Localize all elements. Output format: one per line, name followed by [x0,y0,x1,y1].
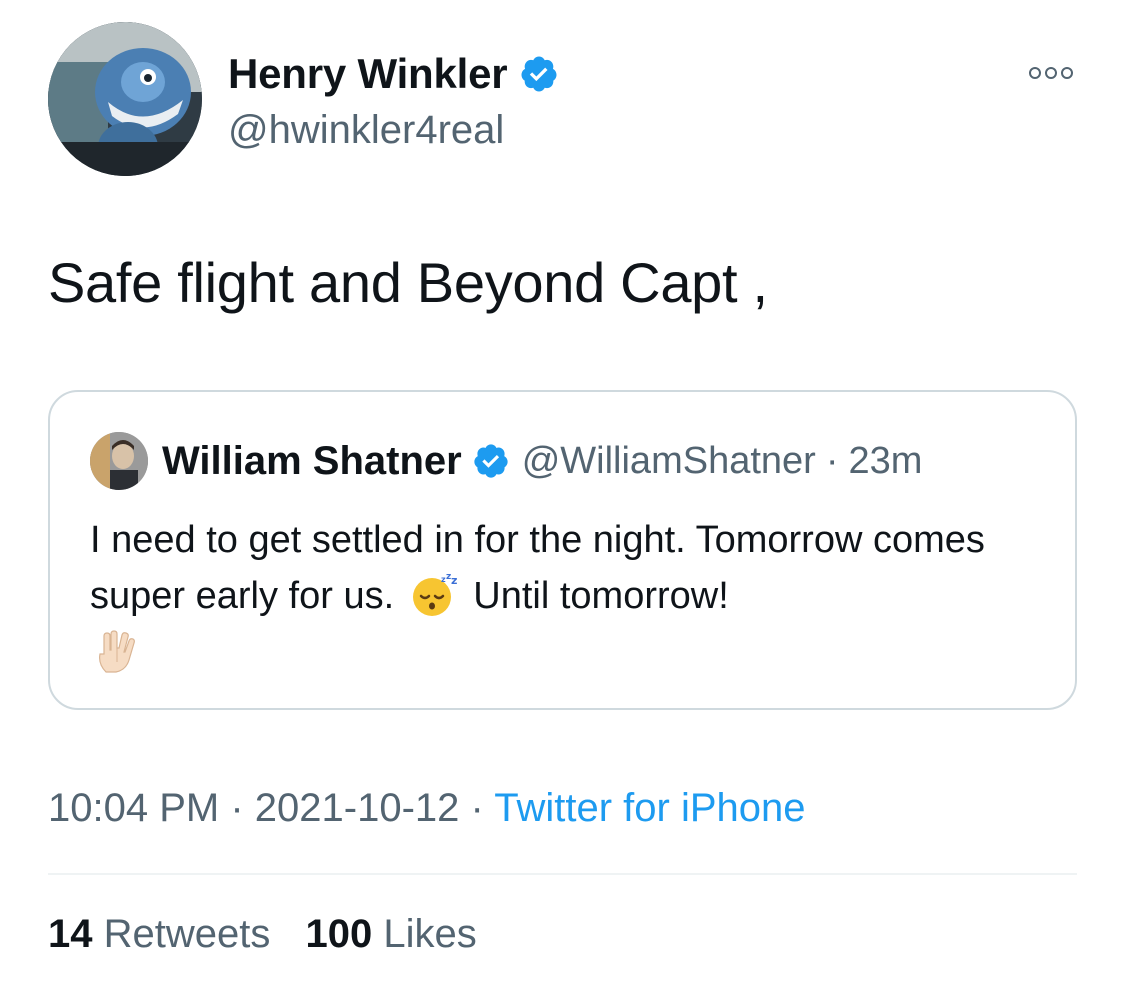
vulcan-salute-emoji-icon [92,628,138,674]
divider [48,873,1077,875]
tweet-stats: 14 Retweets 100 Likes [48,912,477,957]
tweet-source-link[interactable]: Twitter for iPhone [494,786,805,830]
quoted-avatar-image [90,432,148,490]
quoted-author-handle: @WilliamShatner [521,439,816,482]
tweet-text: Safe flight and Beyond Capt , [48,251,768,314]
likes-count: 100 [305,912,373,956]
retweets-label: Retweets [103,912,271,956]
verified-badge-icon [519,54,559,94]
retweets-count: 14 [48,912,93,956]
likes-label: Likes [383,912,477,956]
svg-text:z: z [451,574,457,587]
more-options-button[interactable] [1027,58,1075,88]
more-dots-icon [1029,67,1073,79]
avatar-image [48,22,202,176]
quoted-separator: · [825,439,839,482]
author-avatar[interactable] [48,22,202,176]
tweet-meta: 10:04 PM · 2021-10-12 · Twitter for iPho… [48,786,806,831]
quoted-tweet-header: William Shatner @WilliamShatner · 23m [90,432,922,490]
tweet-time[interactable]: 10:04 PM [48,786,219,830]
quoted-author-name: William Shatner [162,438,462,483]
sleeping-face-emoji-icon: z z z [411,572,457,618]
quoted-text-part2: Until tomorrow! [473,575,729,617]
tweet-date[interactable]: 2021-10-12 [255,786,460,830]
retweets-link[interactable]: 14 Retweets [48,912,282,956]
meta-separator: · [470,786,484,830]
tweet-card: Henry Winkler @hwinkler4real Safe flight… [0,0,1125,986]
author-handle[interactable]: @hwinkler4real [228,108,504,153]
verified-badge-icon [472,442,510,480]
quoted-timestamp[interactable]: 23m [848,440,922,483]
quoted-tweet[interactable]: William Shatner @WilliamShatner · 23m I … [48,390,1077,710]
author-name[interactable]: Henry Winkler [228,50,559,98]
likes-link[interactable]: 100 Likes [306,912,477,956]
quoted-tweet-text: I need to get settled in for the night. … [90,512,1050,680]
quoted-author-avatar[interactable] [90,432,148,490]
author-name-text: Henry Winkler [228,50,508,97]
meta-separator: · [230,786,244,830]
